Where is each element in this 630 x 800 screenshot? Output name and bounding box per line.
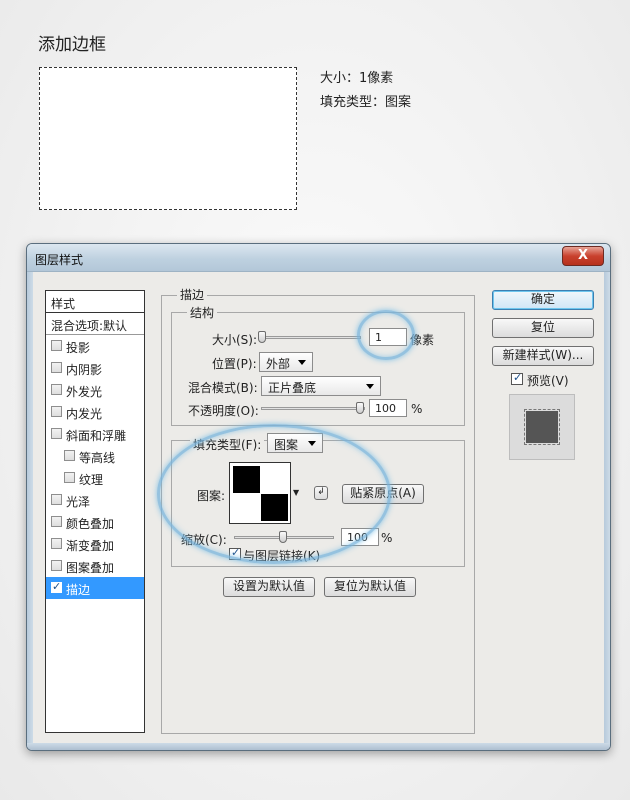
style-checkbox[interactable]: [51, 428, 62, 439]
style-checkbox[interactable]: [51, 340, 62, 351]
dialog-titlebar[interactable]: 图层样式 X: [27, 244, 610, 272]
close-button[interactable]: X: [562, 246, 604, 266]
chevron-down-icon: [366, 384, 374, 389]
style-item[interactable]: 描边: [46, 577, 144, 599]
size-slider-track[interactable]: [261, 336, 361, 339]
blend-mode-value: 正片叠底: [268, 381, 317, 395]
style-item[interactable]: 投影: [46, 335, 144, 357]
layer-style-dialog: 图层样式 X 样式 混合选项:默认 投影内阴影外发光内发光斜面和浮雕等高线纹理光…: [26, 243, 611, 751]
stroke-legend: 描边: [177, 286, 208, 303]
preview-label: 预览(V): [527, 374, 569, 388]
reset-default-button[interactable]: 复位为默认值: [324, 577, 416, 597]
style-item[interactable]: 光泽: [46, 489, 144, 511]
position-value: 外部: [266, 357, 291, 371]
link-with-layer-label: 与图层链接(K): [243, 549, 321, 563]
position-label: 位置(P):: [212, 357, 257, 371]
style-checkbox[interactable]: [51, 362, 62, 373]
size-info: 大小：1像素: [320, 71, 394, 86]
size-unit: 像素: [410, 333, 435, 347]
style-item[interactable]: 外发光: [46, 379, 144, 401]
reset-button[interactable]: 复位: [492, 318, 594, 338]
opacity-label: 不透明度(O):: [188, 404, 259, 418]
blend-mode-label: 混合模式(B):: [188, 381, 258, 395]
style-item-label: 描边: [66, 583, 91, 597]
style-item-label: 纹理: [79, 473, 104, 487]
style-item-label: 斜面和浮雕: [66, 429, 127, 443]
pattern-picker-arrow-icon[interactable]: ▼: [293, 488, 299, 497]
style-item[interactable]: 等高线: [46, 445, 144, 467]
style-item-label: 光泽: [66, 495, 91, 509]
size-slider-thumb[interactable]: [258, 331, 266, 343]
style-checkbox[interactable]: [64, 450, 75, 461]
preview-square: [524, 409, 560, 445]
style-item-label: 内阴影: [66, 363, 103, 377]
pattern-tile-top-left: [233, 466, 260, 493]
opacity-slider-track[interactable]: [261, 407, 365, 410]
style-item-label: 等高线: [79, 451, 116, 465]
preview-checkbox[interactable]: ✓: [511, 371, 523, 385]
link-with-layer-checkbox[interactable]: ✓: [229, 546, 241, 560]
pattern-swatch[interactable]: [229, 462, 291, 524]
fill-type-label: 填充类型(F):: [190, 436, 265, 453]
scale-slider-thumb[interactable]: [279, 531, 287, 543]
style-item-label: 图案叠加: [66, 561, 115, 575]
position-select[interactable]: 外部: [259, 352, 313, 372]
style-checkbox[interactable]: [51, 384, 62, 395]
style-checkbox[interactable]: [51, 494, 62, 505]
size-input[interactable]: 1: [369, 328, 407, 346]
dialog-title: 图层样式: [35, 253, 84, 267]
fill-type-select[interactable]: 图案: [267, 433, 323, 453]
ok-button[interactable]: 确定: [492, 290, 594, 310]
checkmark-icon: ✓: [513, 371, 523, 384]
styles-list: 样式 混合选项:默认 投影内阴影外发光内发光斜面和浮雕等高线纹理光泽颜色叠加渐变…: [45, 290, 145, 733]
fill-type-info: 填充类型：图案: [320, 95, 412, 110]
pattern-tile-bottom-right: [261, 494, 288, 521]
style-checkbox[interactable]: [51, 580, 62, 593]
style-checkbox[interactable]: [51, 538, 62, 549]
style-item[interactable]: 纹理: [46, 467, 144, 489]
style-checkbox[interactable]: [64, 472, 75, 483]
style-item-label: 投影: [66, 341, 91, 355]
frame-bottom: [27, 743, 610, 750]
set-default-button[interactable]: 设置为默认值: [223, 577, 315, 597]
chevron-down-icon: [298, 360, 306, 365]
style-item-label: 内发光: [66, 407, 103, 421]
style-checkbox[interactable]: [51, 516, 62, 527]
checkmark-icon: ✓: [231, 546, 241, 559]
new-preset-icon[interactable]: ↲: [314, 486, 328, 500]
opacity-unit: %: [411, 402, 423, 416]
size-label: 大小(S):: [212, 333, 258, 347]
frame-left: [27, 272, 33, 750]
snap-to-origin-button[interactable]: 贴紧原点(A): [342, 484, 424, 504]
style-item[interactable]: 内发光: [46, 401, 144, 423]
frame-right: [604, 272, 610, 750]
opacity-slider-thumb[interactable]: [356, 402, 364, 414]
blend-mode-select[interactable]: 正片叠底: [261, 376, 381, 396]
border-preview-box: [39, 67, 297, 210]
style-item-label: 外发光: [66, 385, 103, 399]
scale-label: 缩放(C):: [181, 533, 227, 547]
style-item[interactable]: 渐变叠加: [46, 533, 144, 555]
scale-input[interactable]: 100: [341, 528, 379, 546]
style-item[interactable]: 颜色叠加: [46, 511, 144, 533]
style-item[interactable]: 内阴影: [46, 357, 144, 379]
blending-options-item[interactable]: 混合选项:默认: [46, 313, 144, 335]
style-item-label: 颜色叠加: [66, 517, 115, 531]
scale-unit: %: [381, 531, 393, 545]
style-checkbox[interactable]: [51, 560, 62, 571]
chevron-down-icon: [308, 441, 316, 446]
styles-header[interactable]: 样式: [46, 291, 144, 313]
style-item-label: 渐变叠加: [66, 539, 115, 553]
new-style-button[interactable]: 新建样式(W)...: [492, 346, 594, 366]
style-preview-thumbnail: [509, 394, 575, 460]
page-title: 添加边框: [38, 35, 106, 55]
style-item[interactable]: 斜面和浮雕: [46, 423, 144, 445]
style-item[interactable]: 图案叠加: [46, 555, 144, 577]
pattern-label: 图案:: [197, 489, 226, 503]
structure-legend: 结构: [187, 304, 218, 321]
opacity-input[interactable]: 100: [369, 399, 407, 417]
style-checkbox[interactable]: [51, 406, 62, 417]
fill-type-value: 图案: [274, 438, 299, 452]
